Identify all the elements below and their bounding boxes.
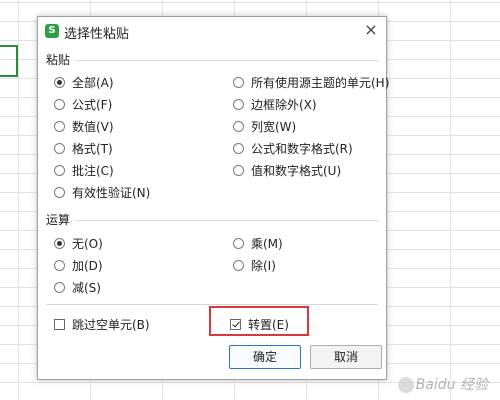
radio-button-icon [54,186,65,198]
baidu-watermark: Baidu 经验 [397,374,488,394]
radio-button-icon [233,120,244,132]
checkbox-icon [54,318,65,330]
option-label: 有效性验证(N) [72,185,151,200]
operation-section-label: 运算 [46,213,71,227]
radio-button-icon [233,237,244,249]
radio-button-icon [233,98,244,110]
option-label: 乘(M) [251,236,283,251]
close-icon[interactable]: × [362,21,380,39]
checkbox-skip-blanks[interactable]: 跳过空单元(B) [54,315,150,333]
radio-paste-values-number-formats[interactable]: 值和数字格式(U) [233,161,341,179]
cancel-button[interactable]: 取消 [310,345,382,369]
radio-paste-column-widths[interactable]: 列宽(W) [233,117,296,135]
option-label: 公式和数字格式(R) [251,141,353,156]
option-label: 边框除外(X) [251,97,317,112]
checkbox-checked-icon [230,318,241,330]
operation-section-divider [76,220,378,221]
option-label: 全部(A) [72,75,114,90]
radio-operation-divide[interactable]: 除(I) [233,256,276,274]
radio-paste-no-borders[interactable]: 边框除外(X) [233,95,317,113]
radio-paste-all[interactable]: 全部(A) [54,73,114,91]
radio-button-icon [54,237,65,249]
checkbox-transpose[interactable]: 转置(E) [230,315,289,333]
radio-button-icon [54,164,65,176]
paw-logo-icon [397,377,414,393]
radio-button-icon [233,76,244,88]
radio-button-icon [54,98,65,110]
dialog-title: 选择性粘贴 [64,27,130,42]
option-label: 数值(V) [72,119,114,134]
radio-paste-validation[interactable]: 有效性验证(N) [54,183,150,201]
radio-paste-values[interactable]: 数值(V) [54,117,114,135]
option-label: 无(O) [72,236,103,251]
radio-paste-source-theme[interactable]: 所有使用源主题的单元(H) [233,73,389,91]
radio-paste-formulas[interactable]: 公式(F) [54,95,112,113]
options-divider [46,304,378,305]
radio-button-icon [54,120,65,132]
option-label: 列宽(W) [251,119,297,134]
active-cell-border [0,45,18,77]
radio-operation-subtract[interactable]: 减(S) [54,278,101,296]
radio-button-icon [233,164,244,176]
option-label: 批注(C) [72,163,114,178]
option-label: 公式(F) [72,97,113,112]
watermark-text: Baidu 经验 [415,377,488,393]
dialog-titlebar[interactable]: S 选择性粘贴 × [38,17,386,45]
option-label: 转置(E) [248,317,289,332]
option-label: 减(S) [72,280,101,295]
radio-button-icon [54,142,65,154]
radio-operation-multiply[interactable]: 乘(M) [233,234,283,252]
option-label: 加(D) [72,258,103,273]
paste-section-divider [76,60,378,61]
radio-paste-formulas-number-formats[interactable]: 公式和数字格式(R) [233,139,353,157]
radio-button-icon [54,259,65,271]
paste-special-dialog: S 选择性粘贴 × 粘贴 全部(A) 公式(F) 数值(V) 格式(T) 批注(… [37,16,389,380]
radio-button-icon [54,281,65,293]
radio-button-icon [233,259,244,271]
paste-section-label: 粘贴 [46,53,71,67]
radio-button-icon [233,142,244,154]
option-label: 所有使用源主题的单元(H) [251,75,390,90]
option-label: 格式(T) [72,141,113,156]
radio-button-icon [54,76,65,88]
option-label: 跳过空单元(B) [72,317,150,332]
option-label: 除(I) [251,258,276,273]
radio-paste-formats[interactable]: 格式(T) [54,139,113,157]
radio-paste-comments[interactable]: 批注(C) [54,161,114,179]
wps-app-icon: S [45,24,59,38]
radio-operation-add[interactable]: 加(D) [54,256,103,274]
ok-button[interactable]: 确定 [229,345,301,369]
radio-operation-none[interactable]: 无(O) [54,234,103,252]
option-label: 值和数字格式(U) [251,163,342,178]
